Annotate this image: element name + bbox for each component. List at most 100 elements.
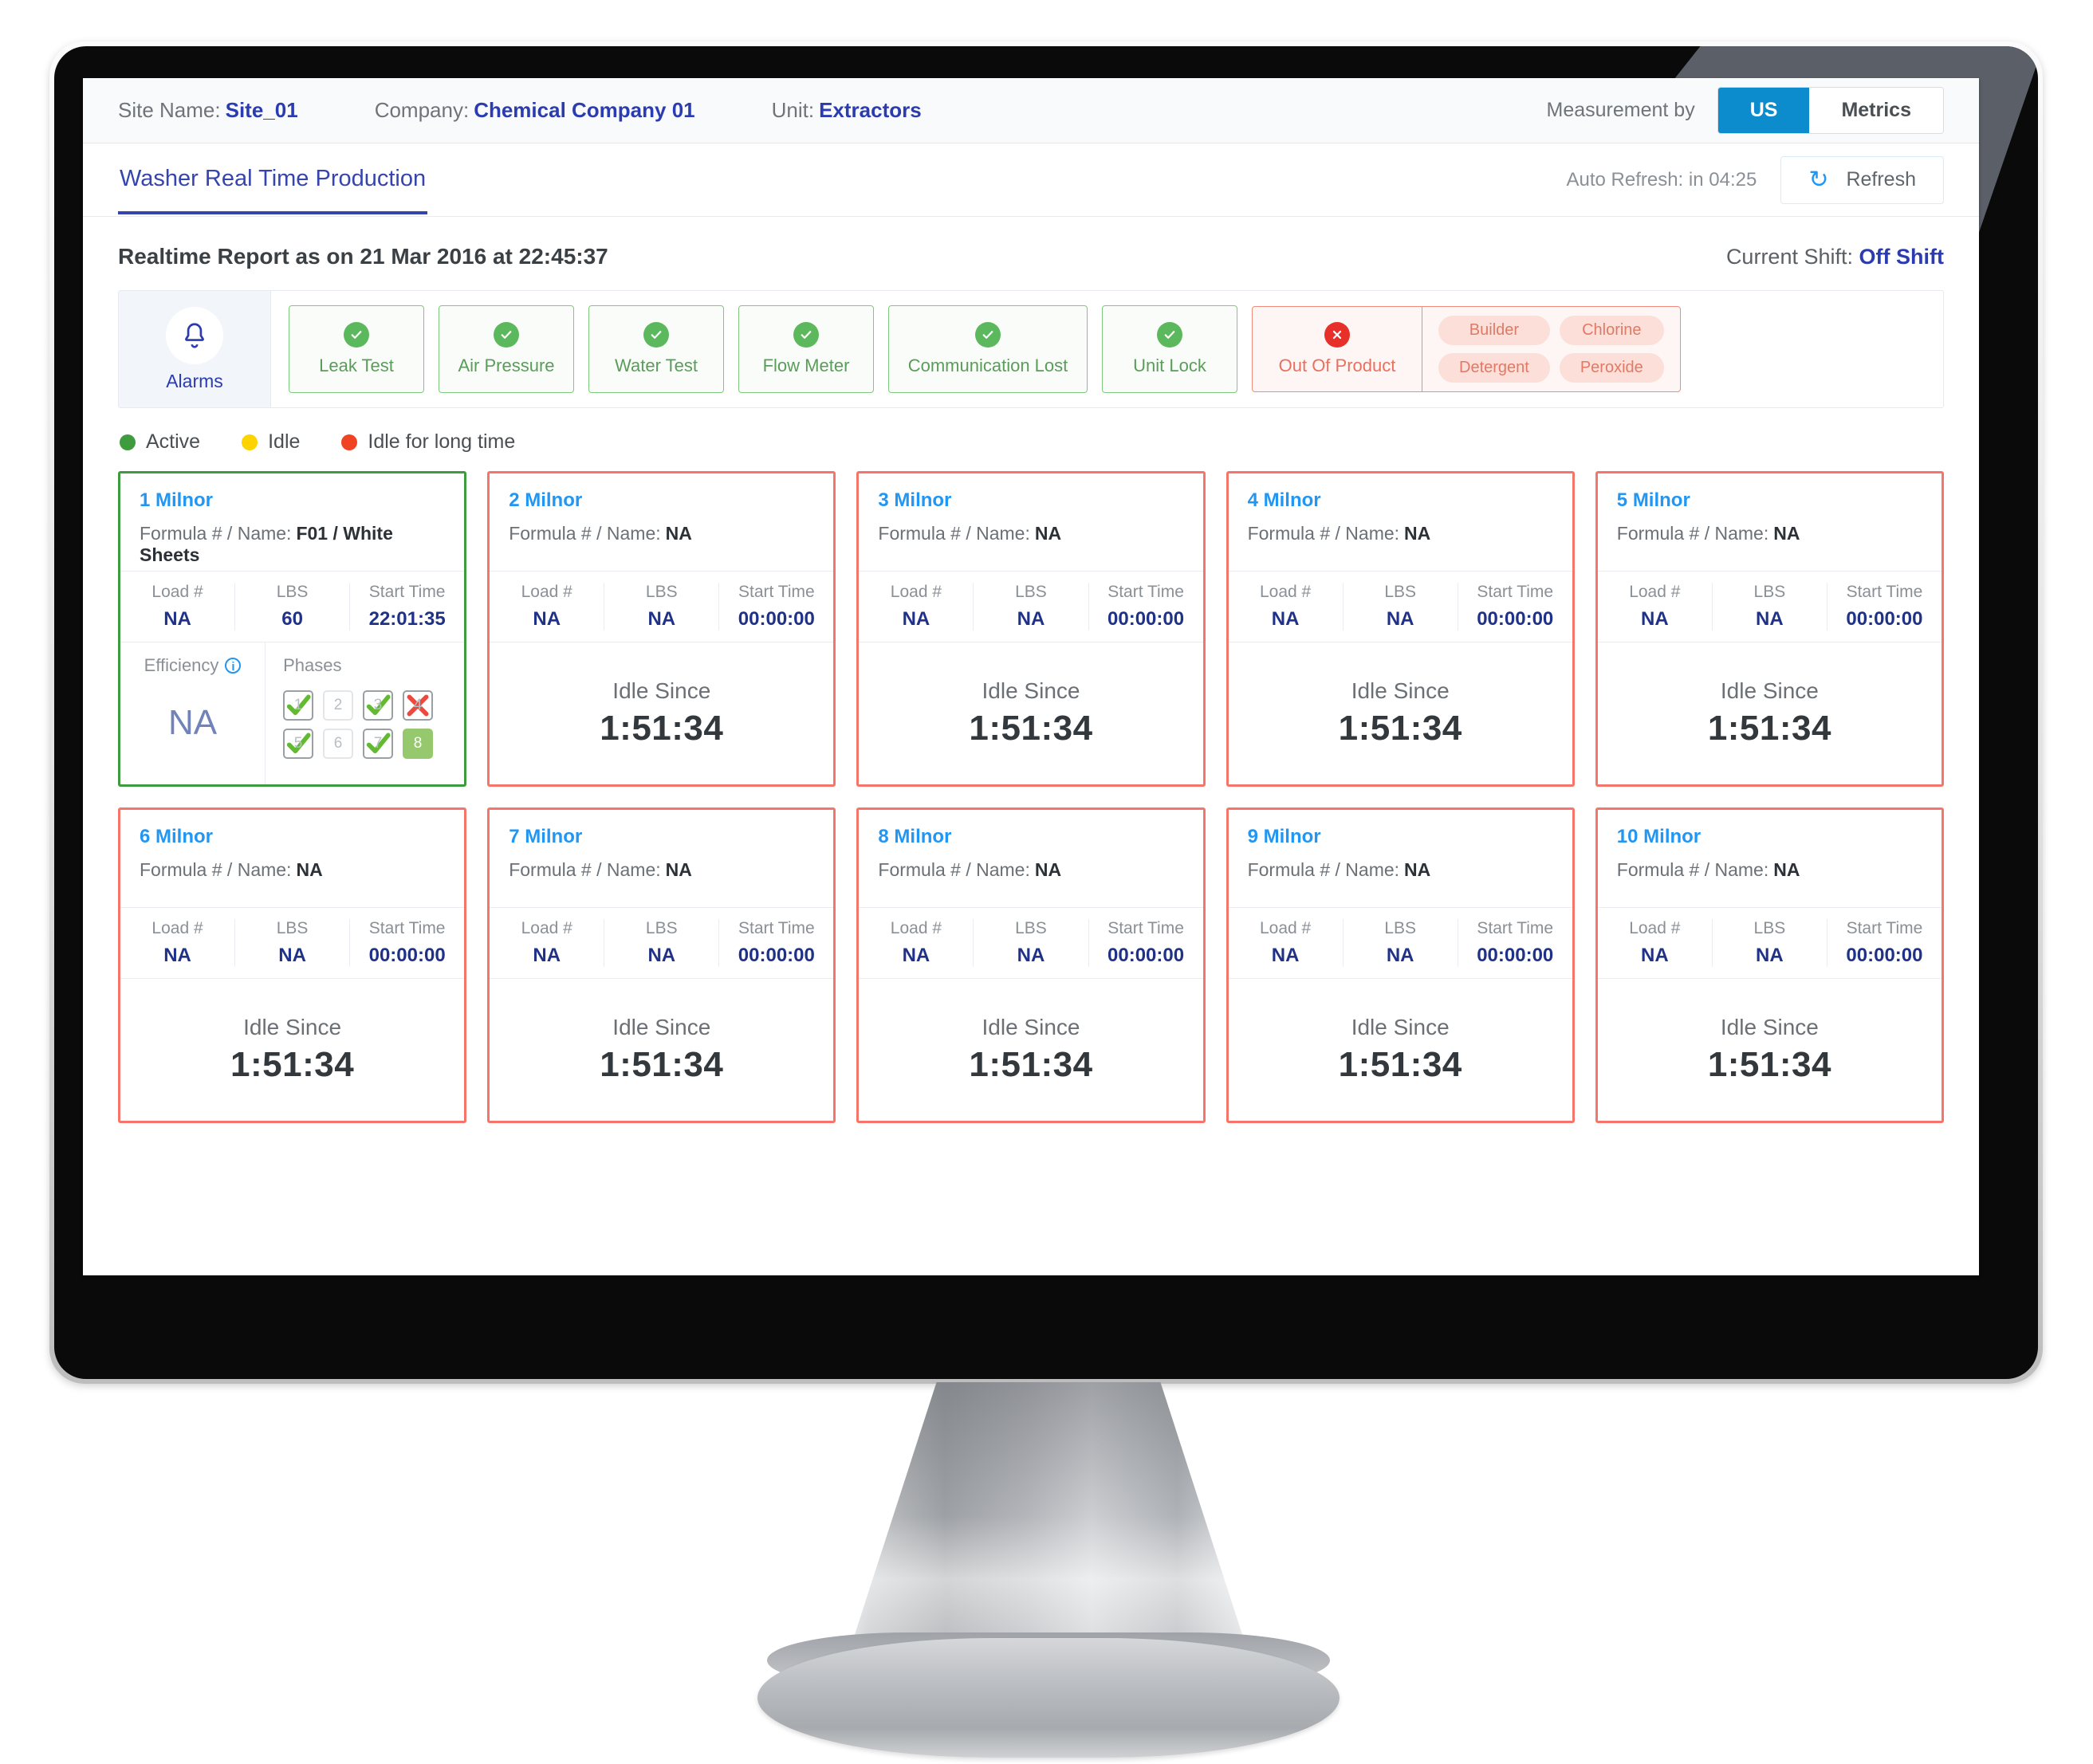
phase-box[interactable]: 4 xyxy=(403,690,434,721)
stat-lbs: LBS NA xyxy=(973,583,1088,631)
stat-start-time-value: 00:00:00 xyxy=(368,945,446,966)
phase-box[interactable]: 6 xyxy=(323,729,354,759)
phase-box[interactable]: 3 xyxy=(363,690,394,721)
phases-grid: 1 2 3 4 5 6 7 8 xyxy=(283,690,464,759)
check-circle-icon xyxy=(1157,322,1182,348)
formula-value: NA xyxy=(1773,523,1800,544)
stat-load-label: Load # xyxy=(1260,583,1312,601)
stat-start-time-label: Start Time xyxy=(738,919,815,937)
phase-box[interactable]: 1 xyxy=(283,690,314,721)
measurement-option-metrics[interactable]: Metrics xyxy=(1809,88,1943,133)
machine-card[interactable]: 5 Milnor Formula # / Name: NA Load # NA LBS NA… xyxy=(1595,471,1944,787)
stat-lbs-label: LBS xyxy=(1753,919,1786,937)
alarm-card-leak-test[interactable]: Leak Test xyxy=(289,305,424,393)
company-label: Company: xyxy=(374,98,470,122)
idle-since-label: Idle Since xyxy=(982,1015,1080,1039)
formula-value: NA xyxy=(296,859,323,880)
machine-idle-block: Idle Since 1:51:34 xyxy=(1598,642,1942,784)
stat-lbs: LBS NA xyxy=(234,919,349,967)
machine-title: 8 Milnor xyxy=(878,826,952,847)
idle-since-label: Idle Since xyxy=(243,1015,342,1039)
machine-card[interactable]: 9 Milnor Formula # / Name: NA Load # NA LBS NA… xyxy=(1226,807,1575,1123)
tab-bar-actions: Auto Refresh: in 04:25 ↻ Refresh xyxy=(1566,155,1944,204)
alarm-card-water-test[interactable]: Water Test xyxy=(588,305,724,393)
alarm-card-air-pressure[interactable]: Air Pressure xyxy=(439,305,574,393)
machine-formula: Formula # / Name: F01 / White Sheets xyxy=(140,523,445,566)
info-icon[interactable]: i xyxy=(225,658,242,674)
chemical-chip-chlorine[interactable]: Chlorine xyxy=(1559,316,1664,345)
machine-card[interactable]: 4 Milnor Formula # / Name: NA Load # NA LBS NA… xyxy=(1226,471,1575,787)
formula-value: NA xyxy=(665,523,692,544)
formula-value: NA xyxy=(665,859,692,880)
machine-title: 10 Milnor xyxy=(1616,826,1702,847)
phase-number: 3 xyxy=(373,697,383,713)
stat-lbs-value: NA xyxy=(1386,608,1414,630)
alarm-card-communication-lost[interactable]: Communication Lost xyxy=(888,305,1088,393)
stat-load-value: NA xyxy=(1640,608,1669,630)
phases-label: Phases xyxy=(283,655,342,675)
stat-start-time: Start Time 00:00:00 xyxy=(718,583,833,631)
refresh-button[interactable]: ↻ Refresh xyxy=(1780,155,1944,204)
chemical-chip-detergent[interactable]: Detergent xyxy=(1438,353,1550,383)
idle-since-label: Idle Since xyxy=(982,678,1080,703)
machine-card[interactable]: 3 Milnor Formula # / Name: NA Load # NA LBS NA… xyxy=(856,471,1206,787)
alarms-panel-toggle[interactable]: Alarms xyxy=(119,291,271,407)
machine-card[interactable]: 2 Milnor Formula # / Name: NA Load # NA LBS NA… xyxy=(487,471,836,787)
machine-card[interactable]: 1 Milnor Formula # / Name: F01 / White She… xyxy=(118,471,467,787)
idle-since-value: 1:51:34 xyxy=(600,1045,724,1084)
alarm-card-label: Flow Meter xyxy=(762,356,850,375)
chemical-chip-peroxide[interactable]: Peroxide xyxy=(1559,353,1664,383)
formula-label: Formula # / Name: xyxy=(878,523,1030,544)
efficiency-value: NA xyxy=(167,703,218,742)
stat-start-time-label: Start Time xyxy=(368,583,446,601)
idle-since-value: 1:51:34 xyxy=(1338,709,1462,748)
machine-card[interactable]: 6 Milnor Formula # / Name: NA Load # NA LBS NA… xyxy=(118,807,467,1123)
stat-start-time: Start Time 00:00:00 xyxy=(349,919,464,967)
stat-start-time-label: Start Time xyxy=(738,583,815,601)
machine-title: 6 Milnor xyxy=(140,826,214,847)
machine-card-detail: Efficiency i NA Phases 1 2 3 4 5 6 7 8 xyxy=(120,642,464,784)
idle-since-value: 1:51:34 xyxy=(1707,709,1831,748)
alarm-card-unit-lock[interactable]: Unit Lock xyxy=(1102,305,1237,393)
phase-number: 7 xyxy=(373,735,383,752)
measurement-option-us[interactable]: US xyxy=(1717,88,1810,133)
alarm-card-label: Communication Lost xyxy=(907,356,1068,375)
machine-card[interactable]: 7 Milnor Formula # / Name: NA Load # NA LBS NA… xyxy=(487,807,836,1123)
check-circle-icon xyxy=(793,322,819,348)
formula-value: NA xyxy=(1773,859,1800,880)
alarm-card-flow-meter[interactable]: Flow Meter xyxy=(738,305,874,393)
stat-start-time-label: Start Time xyxy=(1477,583,1554,601)
machine-card[interactable]: 10 Milnor Formula # / Name: NA Load # NA LBS N… xyxy=(1595,807,1944,1123)
machine-idle-block: Idle Since 1:51:34 xyxy=(859,642,1202,784)
measurement-label: Measurement by xyxy=(1546,99,1695,121)
machine-card[interactable]: 8 Milnor Formula # / Name: NA Load # NA LBS NA… xyxy=(856,807,1206,1123)
idle-since-label: Idle Since xyxy=(1351,1015,1450,1039)
machine-formula: Formula # / Name: NA xyxy=(1617,859,1922,881)
legend-dot-icon xyxy=(120,434,136,450)
bell-icon xyxy=(166,306,223,364)
stat-lbs-label: LBS xyxy=(645,583,678,601)
stat-lbs: LBS 60 xyxy=(234,583,349,631)
tab-washer-real-time-production[interactable]: Washer Real Time Production xyxy=(118,145,428,214)
phase-box[interactable]: 7 xyxy=(363,729,394,759)
phase-box[interactable]: 8 xyxy=(403,729,434,759)
machine-stats-row: Load # NA LBS NA Start Time 00:00:00 xyxy=(859,571,1203,642)
phase-box[interactable]: 2 xyxy=(323,690,354,721)
stat-load-label: Load # xyxy=(890,583,942,601)
chemical-chip-builder[interactable]: Builder xyxy=(1438,316,1550,345)
idle-since-label: Idle Since xyxy=(1720,1015,1819,1039)
stat-lbs-value: NA xyxy=(278,945,306,966)
measurement-toggle-group[interactable]: US Metrics xyxy=(1717,87,1944,134)
formula-label: Formula # / Name: xyxy=(1616,523,1769,544)
stat-lbs: LBS NA xyxy=(1711,919,1827,967)
alarm-card-out-of-product[interactable]: Out Of Product Builder Chlorine Detergent Pe… xyxy=(1252,306,1681,392)
stat-load-value: NA xyxy=(1640,945,1669,966)
auto-refresh-status: Auto Refresh: in 04:25 xyxy=(1566,168,1757,191)
status-legend: Active Idle Idle for long time xyxy=(83,408,1979,471)
current-shift-label: Current Shift: xyxy=(1725,244,1853,269)
phase-box[interactable]: 5 xyxy=(283,729,314,759)
idle-since-label: Idle Since xyxy=(1720,678,1819,703)
monitor-frame: Site Name: Site_01 Company: Chemical Compa… xyxy=(49,41,2043,1384)
legend-item-active: Active xyxy=(120,430,200,454)
alarm-card-label: Air Pressure xyxy=(458,356,555,375)
